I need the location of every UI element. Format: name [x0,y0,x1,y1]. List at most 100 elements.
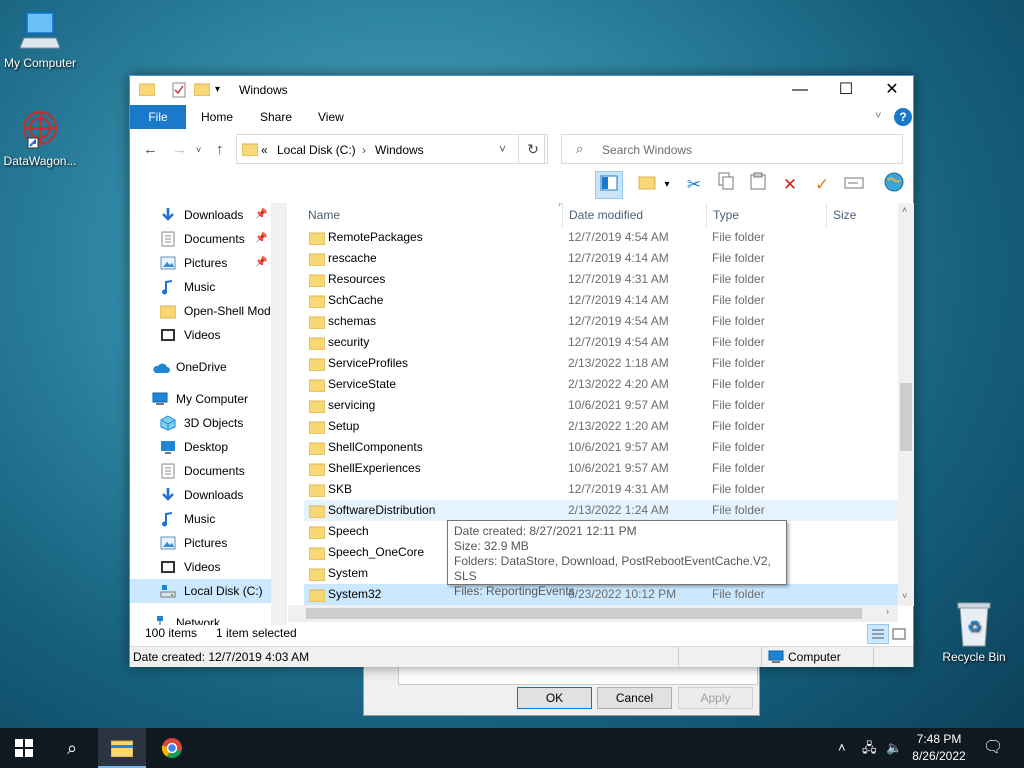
file-row[interactable]: Setup 2/13/2022 1:20 AM File folder [304,416,898,437]
ribbon-tabs: File Home Share View ˅ ? [130,105,913,129]
folder-icon [138,82,156,99]
file-row[interactable]: schemas 12/7/2019 4:54 AM File folder [304,311,898,332]
file-explorer-taskbar-icon[interactable] [98,728,146,768]
file-row[interactable]: SoftwareDistribution 2/13/2022 1:24 AM Fil… [304,500,898,521]
notifications-icon[interactable]: 🗨 [983,728,1003,768]
file-date: 2/13/2022 1:18 AM [568,356,669,370]
rename-icon[interactable] [840,171,868,199]
sidebar-item-pictures[interactable]: Pictures [130,531,271,555]
file-row[interactable]: security 12/7/2019 4:54 AM File folder [304,332,898,353]
help-icon[interactable]: ? [894,108,912,126]
nav-scrollbar[interactable] [271,203,287,625]
cancel-button[interactable]: Cancel [597,687,672,709]
up-arrow-icon[interactable]: ↑ [216,141,224,158]
address-dropdown-icon[interactable]: ˅ [499,142,506,156]
tab-share[interactable]: Share [246,105,306,129]
sidebar-item-open-shell-mod[interactable]: Open-Shell Mod [130,299,271,323]
sidebar-item-videos[interactable]: Videos [130,555,271,579]
expand-ribbon-icon[interactable]: ˅ [875,110,881,122]
search-icon[interactable]: ⌕ [48,728,96,768]
scroll-right-icon[interactable]: › [886,606,889,616]
sidebar-item-videos[interactable]: Videos [130,323,271,347]
back-arrow-icon[interactable]: ← [143,141,158,158]
file-row[interactable]: ShellExperiences 10/6/2021 9:57 AM File fo… [304,458,898,479]
window-title: Windows [239,83,288,97]
sidebar-item-network[interactable]: Network [130,611,271,625]
search-input[interactable]: ⌕ Search Windows [561,134,903,164]
music-note-icon [160,279,176,295]
start-button[interactable] [0,728,48,768]
show-hidden-icons-icon[interactable]: ˄ [838,728,846,768]
sidebar-item-onedrive[interactable]: OneDrive [130,355,271,379]
file-row[interactable]: ShellComponents 10/6/2021 9:57 AM File fol… [304,437,898,458]
sidebar-item-local-disk-c[interactable]: Local Disk (C:) [130,579,271,603]
properties-check-icon[interactable]: ✓ [808,171,836,199]
customize-quick-access-icon[interactable]: ▾ [215,84,220,95]
chrome-icon[interactable] [148,728,196,768]
file-row[interactable]: ServiceState 2/13/2022 4:20 AM File folder [304,374,898,395]
ok-button[interactable]: OK [517,687,592,709]
file-list-scrollbar[interactable]: ˄ ˅ [898,203,914,606]
desktop-icon-my-computer[interactable]: My Computer [0,8,80,70]
desktop-icon-recycle-bin[interactable]: ♻ Recycle Bin [934,600,1014,664]
large-icons-view-icon[interactable] [891,626,907,645]
file-row[interactable]: RemotePackages 12/7/2019 4:54 AM File fold… [304,227,898,248]
tab-file[interactable]: File [130,105,186,129]
clock[interactable]: 7:48 PM 8/26/2022 [906,731,972,765]
volume-icon[interactable]: 🔈 [886,728,902,768]
file-row[interactable]: SKB 12/7/2019 4:31 AM File folder [304,479,898,500]
breadcrumb-windows[interactable]: Windows [375,143,424,157]
minimize-button[interactable]: — [777,76,823,105]
breadcrumb-local-disk[interactable]: Local Disk (C:) [277,143,356,157]
scroll-down-icon[interactable]: ˅ [902,591,907,601]
sidebar-item-my-computer[interactable]: My Computer [130,387,271,411]
forward-arrow-icon[interactable]: → [172,141,187,158]
column-header-name[interactable]: Name [308,203,340,227]
details-view-icon[interactable] [867,624,889,644]
file-row[interactable]: Resources 12/7/2019 4:31 AM File folder [304,269,898,290]
refresh-button[interactable]: ↻ [518,134,548,164]
sidebar-item-documents[interactable]: Documents [130,459,271,483]
scroll-up-icon[interactable]: ˄ [902,205,907,215]
sidebar-item-documents[interactable]: Documents 📌 [130,227,271,251]
paste-icon[interactable] [744,171,772,199]
tab-view[interactable]: View [304,105,358,129]
cut-icon[interactable]: ✂ [680,171,708,199]
sidebar-item-downloads[interactable]: Downloads [130,483,271,507]
sidebar-item-downloads[interactable]: Downloads 📌 [130,203,271,227]
preview-pane-icon[interactable] [595,171,623,199]
file-row[interactable]: rescache 12/7/2019 4:14 AM File folder [304,248,898,269]
close-button[interactable]: ✕ [869,76,915,105]
delete-icon[interactable]: ✕ [776,171,804,199]
file-row[interactable]: ServiceProfiles 2/13/2022 1:18 AM File fol… [304,353,898,374]
file-row[interactable]: SchCache 12/7/2019 4:14 AM File folder [304,290,898,311]
file-row[interactable]: servicing 10/6/2021 9:57 AM File folder [304,395,898,416]
column-header-date[interactable]: Date modified [569,203,643,227]
network-icon[interactable]: 🖧 [862,728,877,768]
column-header-size[interactable]: Size [833,203,856,227]
horizontal-scrollbar-thumb[interactable] [306,608,862,619]
file-type: File folder [712,293,765,307]
sidebar-item-music[interactable]: Music [130,275,271,299]
maximize-button[interactable]: ☐ [823,76,869,105]
desktop-icon-datawagon[interactable]: DataWagon... [0,108,80,168]
horizontal-scrollbar[interactable]: › [288,605,898,622]
cube-icon [160,415,176,431]
breadcrumb-overflow[interactable]: « [261,143,268,157]
apply-button[interactable]: Apply [678,687,753,709]
address-bar[interactable]: « Local Disk (C:) › Windows ˅ [236,134,545,164]
column-header-type[interactable]: Type [713,203,739,227]
new-folder-icon[interactable] [193,82,211,99]
globe-icon[interactable] [880,171,908,199]
tab-home[interactable]: Home [187,105,247,129]
recent-locations-icon[interactable]: ˅ [196,145,201,155]
folder-options-icon[interactable] [633,171,661,199]
sidebar-item-music[interactable]: Music [130,507,271,531]
copy-icon[interactable] [712,171,740,199]
scrollbar-thumb[interactable] [900,383,912,451]
dropdown-icon[interactable]: ▾ [660,171,674,199]
sidebar-item-desktop[interactable]: Desktop [130,435,271,459]
sidebar-item-3d-objects[interactable]: 3D Objects [130,411,271,435]
properties-icon[interactable] [172,82,186,101]
sidebar-item-pictures[interactable]: Pictures 📌 [130,251,271,275]
